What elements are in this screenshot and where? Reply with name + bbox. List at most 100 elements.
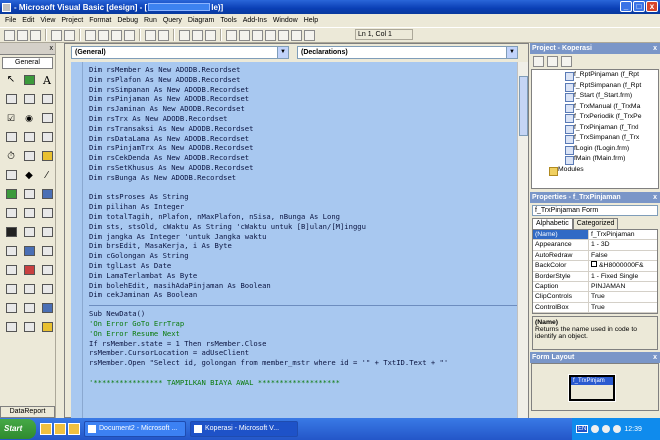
taskbar-item-vb[interactable]: Koperasi - Microsoft V... [190, 421, 298, 437]
code-line[interactable]: Dim stsProses As String [89, 192, 518, 202]
pointer-tool-icon[interactable]: ↖ [3, 73, 19, 87]
menu-format[interactable]: Format [86, 17, 114, 24]
toolbox-icon[interactable] [278, 29, 289, 41]
break-icon[interactable] [192, 29, 203, 41]
property-value[interactable]: 1 - Fixed Single [589, 272, 657, 281]
tree-item[interactable]: fMain (fMain.frm) [532, 154, 658, 165]
statusbar-tool-icon[interactable] [3, 244, 19, 258]
code-line[interactable]: Dim rsJaminan As New ADODB.Recordset [89, 104, 518, 114]
folder-icon[interactable] [68, 423, 80, 435]
scrollbar-thumb[interactable] [519, 76, 528, 136]
property-row[interactable]: Caption PINJAMAN [533, 281, 657, 293]
code-line[interactable]: Dim bolehEdit, masihAdaPinjaman As Boole… [89, 281, 518, 291]
code-line[interactable]: Dim cekJaminan As Boolean [89, 290, 518, 300]
code-line[interactable]: Dim rsDataLama As New ADODB.Recordset [89, 134, 518, 144]
view-object-icon[interactable] [547, 56, 558, 67]
project-explorer-icon[interactable] [226, 29, 237, 41]
close-button[interactable]: x [646, 1, 658, 12]
tabstrip-tool-icon[interactable] [21, 225, 37, 239]
richtext-tool-icon[interactable] [3, 320, 19, 334]
property-row[interactable]: ClipControls True [533, 292, 657, 303]
optionbutton-tool-icon[interactable]: ◉ [21, 111, 37, 125]
code-line[interactable]: Dim rsPinjaman As New ADODB.Recordset [89, 94, 518, 104]
picturebox-tool-icon[interactable] [21, 73, 37, 87]
code-line[interactable]: Dim sts, stsOld, cWaktu As String 'cWakt… [89, 222, 518, 232]
code-line[interactable]: Dim rsSetKhusus As New ADODB.Recordset [89, 163, 518, 173]
code-scrollbar[interactable] [517, 62, 528, 419]
form-layout-icon[interactable] [252, 29, 263, 41]
slider-tool-icon[interactable] [39, 263, 55, 277]
ie-icon[interactable] [54, 423, 66, 435]
tree-item[interactable]: f_RptSimpanan (f_Rpt [532, 81, 658, 91]
data-tool-icon[interactable] [21, 187, 37, 201]
tab-categorized[interactable]: Categorized [572, 218, 619, 229]
code-line[interactable]: Dim rsBunga As New ADODB.Recordset [89, 173, 518, 183]
vb-app-icon[interactable] [2, 2, 11, 12]
toolbox-tab-general[interactable]: General [2, 57, 53, 69]
code-line[interactable]: Dim rsTrx As New ADODB.Recordset [89, 114, 518, 124]
chevron-down-icon[interactable]: ▼ [277, 47, 288, 58]
updown-tool-icon[interactable] [21, 301, 37, 315]
tree-item[interactable]: f_TrxPinjaman (f_Trxl [532, 123, 658, 133]
frame-tool-icon[interactable] [21, 92, 37, 106]
code-line[interactable]: Dim LamaTerlambat As Byte [89, 271, 518, 281]
code-line[interactable]: rsMember.Open "Select id, golongan from … [89, 358, 518, 368]
imagecombo-tool-icon[interactable] [3, 282, 19, 296]
maximize-button[interactable]: □ [633, 1, 645, 12]
code-line[interactable]: If rsMember.state = 1 Then rsMember.Clos… [89, 339, 518, 349]
menu-help[interactable]: Help [301, 17, 321, 24]
property-row[interactable]: BorderStyle 1 - Fixed Single [533, 271, 657, 282]
menu-debug[interactable]: Debug [114, 17, 141, 24]
menu-tools[interactable]: Tools [217, 17, 239, 24]
data-view-icon[interactable] [291, 29, 302, 41]
shape-tool-icon[interactable]: ◆ [21, 168, 37, 182]
cut-icon[interactable] [85, 29, 96, 41]
datagrid-tool-icon[interactable] [3, 206, 19, 220]
timer-tool-icon[interactable]: ⏱ [3, 149, 19, 163]
vscroll-tool-icon[interactable] [39, 130, 55, 144]
code-line[interactable]: Dim rsCekDenda As New ADODB.Recordset [89, 153, 518, 163]
find-icon[interactable] [124, 29, 135, 41]
code-line[interactable]: Sub NewData() [89, 309, 518, 319]
menu-editor-icon[interactable] [30, 29, 41, 41]
tree-item[interactable]: fLogin (fLogin.frm) [532, 144, 658, 154]
property-row[interactable]: Appearance 1 - 3D [533, 240, 657, 251]
code-line[interactable]: Dim rsMember As New ADODB.Recordset [89, 65, 518, 75]
start-button[interactable]: Start [0, 419, 36, 439]
ole-tool-icon[interactable] [39, 187, 55, 201]
form-preview[interactable]: f_TrxPinjam [568, 374, 616, 403]
object-dropdown[interactable]: (General) ▼ [71, 46, 289, 59]
form-layout-close-button[interactable]: x [653, 352, 660, 363]
monthview-tool-icon[interactable] [3, 301, 19, 315]
datepicker-tool-icon[interactable] [39, 282, 55, 296]
property-value[interactable]: True [589, 303, 657, 312]
commondialog-tool-icon[interactable] [21, 320, 37, 334]
tree-item[interactable]: f_RptPinjaman (f_Rpt [532, 70, 658, 81]
datacombo-tool-icon[interactable] [21, 206, 37, 220]
imagelist-tool-icon[interactable] [21, 263, 37, 277]
filelist-tool-icon[interactable] [3, 168, 19, 182]
property-value[interactable]: 1 - 3D [589, 240, 657, 249]
menu-query[interactable]: Query [160, 17, 185, 24]
view-code-icon[interactable] [533, 56, 544, 67]
procedure-dropdown[interactable]: (Declarations) ▼ [297, 46, 518, 59]
taskbar-item-word[interactable]: Document2 - Microsoft ... [84, 421, 186, 437]
language-indicator[interactable]: EN [576, 425, 589, 433]
menu-addins[interactable]: Add-Ins [240, 17, 270, 24]
tray-icon[interactable] [613, 425, 622, 433]
datalist-tool-icon[interactable] [39, 206, 55, 220]
property-value[interactable]: False [589, 251, 657, 260]
toolbox-close-button[interactable]: x [50, 45, 54, 52]
blank-line[interactable] [89, 183, 518, 193]
add-form-icon[interactable] [17, 29, 28, 41]
chevron-down-icon[interactable]: ▼ [506, 47, 517, 58]
menu-view[interactable]: View [37, 17, 58, 24]
tree-item[interactable]: f_TrxManual (f_TrxMa [532, 102, 658, 112]
save-project-icon[interactable] [64, 29, 75, 41]
undo-icon[interactable] [145, 29, 156, 41]
code-line[interactable]: Dim pilihan As Integer [89, 202, 518, 212]
comment-line[interactable]: '**************** TAMPILKAN BIAYA AWAL *… [89, 378, 518, 388]
crystalreport-tool-icon[interactable] [39, 320, 55, 334]
object-browser-icon[interactable] [265, 29, 276, 41]
property-value[interactable]: PINJAMAN [589, 282, 657, 291]
